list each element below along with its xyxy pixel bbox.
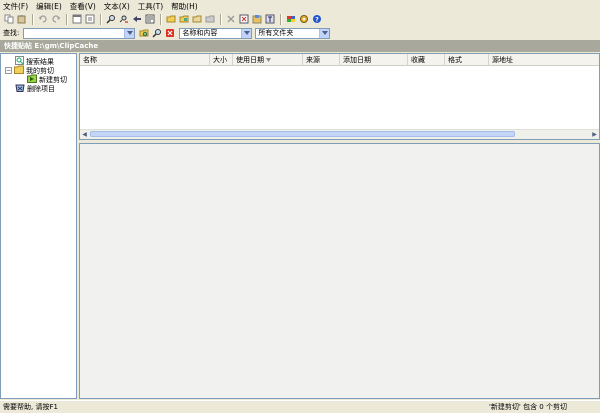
sort-desc-icon (266, 56, 271, 64)
replace-icon[interactable] (118, 14, 129, 25)
column-used-date[interactable]: 使用日期 (233, 54, 303, 65)
properties-icon[interactable] (144, 14, 155, 25)
toolbar-separator (220, 13, 222, 25)
delete-icon[interactable] (225, 14, 236, 25)
scroll-left-icon[interactable]: ◀ (80, 130, 89, 138)
column-name[interactable]: 名称 (80, 54, 210, 65)
settings-icon[interactable] (298, 14, 309, 25)
folder-gray-icon[interactable] (204, 14, 215, 25)
paste-icon[interactable] (16, 14, 27, 25)
menu-bar: 文件(F) 编辑(E) 查看(V) 文本(X) 工具(T) 帮助(H) (0, 0, 600, 12)
menu-file[interactable]: 文件(F) (3, 1, 28, 12)
clip-list[interactable]: 名称 大小 使用日期 来源 添加日期 收藏 格式 源地址 ◀ ▶ (79, 53, 600, 140)
scope-select-value: 名称和内容 (182, 28, 218, 37)
column-added-date[interactable]: 添加日期 (340, 54, 408, 65)
toolbar: ? (0, 12, 600, 26)
column-format[interactable]: 格式 (445, 54, 489, 65)
find-input[interactable] (23, 27, 136, 39)
folder-select[interactable]: 所有文件夹 (255, 27, 331, 39)
window-alt-icon[interactable] (84, 14, 95, 25)
window-icon[interactable] (71, 14, 82, 25)
toolbar-separator (160, 13, 162, 25)
menu-tools[interactable]: 工具(T) (138, 1, 163, 12)
menu-help[interactable]: 帮助(H) (171, 1, 198, 12)
menu-view[interactable]: 查看(V) (70, 1, 96, 12)
recycle-bin-icon (15, 83, 25, 94)
toolbar-separator (66, 13, 68, 25)
folder-select-value: 所有文件夹 (258, 28, 294, 37)
chevron-down-icon[interactable] (124, 28, 135, 38)
scope-select[interactable]: 名称和内容 (179, 27, 253, 39)
clip-preview[interactable] (79, 143, 600, 399)
folder-icon[interactable] (165, 14, 176, 25)
find-icon[interactable] (105, 14, 116, 25)
folder-icon (14, 65, 24, 76)
menu-text[interactable]: 文本(X) (104, 1, 130, 12)
chevron-down-icon[interactable] (319, 28, 330, 38)
arrow-left-icon[interactable] (131, 14, 142, 25)
tree-item-deleted[interactable]: 删除项目 (15, 83, 55, 94)
path-bar: 快捷贴帖 E:\gm\ClipCache (0, 40, 600, 52)
find-go-icon[interactable] (138, 28, 149, 39)
list-header: 名称 大小 使用日期 来源 添加日期 收藏 格式 源地址 (80, 54, 599, 66)
text-tool-icon[interactable] (264, 14, 275, 25)
collapse-icon[interactable]: − (5, 67, 12, 74)
column-favorite[interactable]: 收藏 (408, 54, 445, 65)
column-size[interactable]: 大小 (210, 54, 233, 65)
chevron-down-icon[interactable] (241, 28, 252, 38)
scroll-thumb[interactable] (90, 131, 515, 137)
status-bar: 需要帮助, 请按F1 '新建剪切' 包含 0 个剪切 (0, 400, 600, 413)
horizontal-scrollbar[interactable]: ◀ ▶ (80, 129, 599, 139)
clip-icon[interactable] (238, 14, 249, 25)
folder-tree: 搜索结果 − 我的剪切 新建剪切 删除项目 (0, 53, 77, 399)
palette-icon[interactable] (285, 14, 296, 25)
help-icon[interactable]: ? (311, 14, 322, 25)
current-path: 快捷贴帖 E:\gm\ClipCache (4, 42, 99, 50)
scroll-right-icon[interactable]: ▶ (590, 130, 599, 138)
menu-edit[interactable]: 编辑(E) (36, 1, 62, 12)
status-help: 需要帮助, 请按F1 (3, 403, 58, 411)
status-folder-info: '新建剪切' 包含 0 个剪切 (489, 403, 567, 411)
toolbar-separator (32, 13, 34, 25)
svg-text:?: ? (315, 17, 319, 24)
copy-icon[interactable] (3, 14, 14, 25)
undo-icon[interactable] (37, 14, 48, 25)
column-source-url[interactable]: 源地址 (489, 54, 599, 65)
toolbar-separator (100, 13, 102, 25)
toolbar-separator (280, 13, 282, 25)
find-icon[interactable] (151, 28, 162, 39)
find-bar: 查找: 名称和内容 所有文件夹 (0, 26, 600, 40)
find-label: 查找: (3, 29, 20, 37)
format-icon[interactable] (251, 14, 262, 25)
new-folder-icon[interactable] (178, 14, 189, 25)
redo-icon[interactable] (50, 14, 61, 25)
clear-find-icon[interactable] (164, 28, 175, 39)
folder-move-icon[interactable] (191, 14, 202, 25)
column-source[interactable]: 来源 (303, 54, 340, 65)
